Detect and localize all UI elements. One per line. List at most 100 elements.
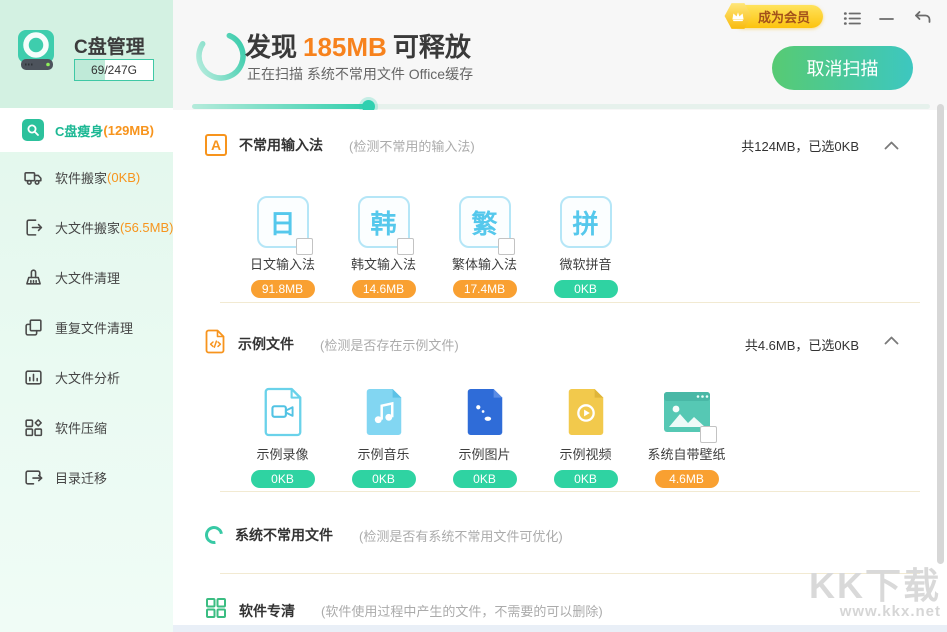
back-icon[interactable] (911, 8, 933, 28)
item-checkbox[interactable] (396, 238, 414, 255)
scan-spinner-icon (196, 31, 246, 81)
section-divider (220, 302, 920, 303)
cleanup-item-japanese-ime[interactable]: 日 日文输入法 91.8MB (232, 196, 333, 298)
scrollbar-thumb[interactable] (937, 104, 944, 564)
cleanup-item-ms-pinyin[interactable]: 拼 微软拼音 0KB (535, 196, 636, 298)
chevron-up-icon[interactable] (884, 332, 899, 350)
ime-glyph: 繁 (471, 208, 498, 239)
section-stats: 共4.6MB，已选0KB (744, 337, 859, 353)
item-size-badge: 4.6MB (654, 470, 719, 488)
sidebar-item-size: (56.5MB) (120, 219, 174, 235)
sample-movie-icon (560, 386, 612, 438)
section-header-sample-files[interactable]: 示例文件 (检测是否存在示例文件) 共4.6MB，已选0KB (205, 329, 907, 359)
broom-icon (22, 266, 44, 288)
input-method-items: 日 日文输入法 91.8MB 韩 韩文输入法 14.6MB 繁 繁体输入法 17… (232, 196, 636, 298)
section-title: 系统不常用文件 (235, 527, 333, 543)
item-checkbox[interactable] (295, 238, 313, 255)
item-label: 系统自带壁纸 (647, 447, 726, 462)
sidebar: C盘管理 69/247G C盘瘦身 (129MB) 软件搬家 (0KB) 大文件… (0, 0, 173, 632)
sidebar-item-bigfile-clean[interactable]: 大文件清理 (0, 252, 173, 302)
sidebar-item-label: 大文件清理 (55, 270, 121, 286)
item-label: 示例录像 (256, 447, 309, 462)
scan-progress-fill (192, 100, 376, 113)
sidebar-item-bigfile-analyze[interactable]: 大文件分析 (0, 352, 173, 402)
item-label: 示例视频 (559, 447, 612, 462)
cleanup-item-korean-ime[interactable]: 韩 韩文输入法 14.6MB (333, 196, 434, 298)
logo-block: C盘管理 69/247G (0, 0, 173, 108)
section-loading-icon (201, 522, 227, 548)
item-size-badge: 0KB (452, 470, 517, 488)
input-method-section-icon: A (205, 134, 227, 156)
sidebar-item-c-drive-slim[interactable]: C盘瘦身 (129MB) (0, 108, 173, 152)
section-desc: (检测是否存在示例文件) (320, 337, 459, 353)
sidebar-item-label: 软件搬家 (55, 170, 108, 186)
menu-icon[interactable] (841, 8, 863, 28)
become-member-label: 成为会员 (757, 10, 810, 25)
scan-result-title: 发现 185MB 可释放 (245, 27, 471, 64)
ime-icon: 日 (256, 196, 313, 255)
section-header-input-methods[interactable]: A 不常用输入法 (检测不常用的输入法) 共124MB，已选0KB (205, 134, 907, 156)
ime-glyph: 拼 (572, 208, 599, 239)
section-header-software-clean[interactable]: 软件专清 (软件使用过程中产生的文件，不需要的可以删除) (205, 597, 907, 624)
minimize-icon[interactable] (875, 8, 897, 28)
sample-video-rec-icon (257, 386, 309, 438)
sidebar-item-software-compress[interactable]: 软件压缩 (0, 402, 173, 452)
sidebar-item-size: (0KB) (107, 169, 141, 185)
capacity-meter: 69/247G (74, 59, 154, 81)
sidebar-item-label: 目录迁移 (55, 470, 108, 486)
sidebar-item-label: 软件压缩 (55, 420, 108, 436)
item-size-badge: 0KB (351, 470, 416, 488)
sidebar-item-software-move[interactable]: 软件搬家 (0KB) (0, 152, 173, 202)
item-checkbox[interactable] (497, 238, 515, 255)
sidebar-item-bigfile-move[interactable]: 大文件搬家 (56.5MB) (0, 202, 173, 252)
item-label: 微软拼音 (559, 257, 612, 272)
section-desc: (检测不常用的输入法) (349, 138, 475, 154)
sidebar-item-duplicate-clean[interactable]: 重复文件清理 (0, 302, 173, 352)
sidebar-item-label: C盘瘦身 (55, 123, 104, 139)
item-label: 日文输入法 (249, 257, 315, 272)
scan-status-text: 正在扫描 系统不常用文件 Office缓存 (247, 66, 474, 82)
cleanup-item-sample-video[interactable]: 示例视频 0KB (535, 386, 636, 488)
main-area: 成为会员 发现 185MB 可释放 正在扫描 系统不常用文件 Office缓存 … (173, 0, 947, 632)
ime-icon: 繁 (458, 196, 515, 255)
cleanup-item-sample-recording[interactable]: 示例录像 0KB (232, 386, 333, 488)
chevron-up-icon[interactable] (884, 137, 899, 155)
code-file-section-icon (205, 329, 226, 359)
item-label: 繁体输入法 (451, 257, 517, 272)
cleanup-item-traditional-ime[interactable]: 繁 繁体输入法 17.4MB (434, 196, 535, 298)
item-size-badge: 91.8MB (250, 280, 315, 298)
found-suffix: 可释放 (392, 32, 471, 62)
item-size-badge: 0KB (553, 280, 618, 298)
sample-picture-icon (459, 386, 511, 438)
cleanup-item-system-wallpaper[interactable]: 系统自带壁纸 4.6MB (636, 386, 737, 488)
drive-icon (18, 30, 54, 70)
section-title: 软件专清 (239, 602, 295, 619)
item-checkbox[interactable] (699, 426, 717, 443)
found-prefix: 发现 (245, 32, 298, 62)
system-wallpaper-icon (661, 386, 717, 443)
section-header-system-unused[interactable]: 系统不常用文件 (检测是否有系统不常用文件可优化) (201, 522, 907, 548)
bottom-strip (173, 625, 947, 632)
item-size-badge: 14.6MB (351, 280, 416, 298)
capacity-text: 69/247G (90, 63, 138, 77)
sidebar-item-size: (129MB) (103, 122, 154, 138)
section-desc: (检测是否有系统不常用文件可优化) (359, 528, 563, 544)
scan-results-panel: A 不常用输入法 (检测不常用的输入法) 共124MB，已选0KB 日 日文输入… (173, 104, 947, 632)
cleanup-item-sample-picture[interactable]: 示例图片 0KB (434, 386, 535, 488)
sidebar-nav: C盘瘦身 (129MB) 软件搬家 (0KB) 大文件搬家 (56.5MB) 大… (0, 108, 173, 502)
item-label: 示例音乐 (357, 447, 410, 462)
export-icon (22, 216, 44, 238)
sidebar-item-label: 大文件分析 (55, 370, 121, 386)
become-member-button[interactable]: 成为会员 (724, 3, 823, 29)
sidebar-item-directory-migrate[interactable]: 目录迁移 (0, 452, 173, 502)
truck-icon (22, 166, 44, 188)
cleanup-item-sample-music[interactable]: 示例音乐 0KB (333, 386, 434, 488)
cancel-scan-button[interactable]: 取消扫描 (772, 46, 913, 90)
app-title: C盘管理 (74, 37, 145, 58)
section-desc: (软件使用过程中产生的文件，不需要的可以删除) (321, 604, 603, 619)
magnifier-icon (22, 119, 44, 141)
item-size-badge: 17.4MB (452, 280, 517, 298)
ime-glyph: 日 (269, 208, 296, 239)
item-label: 韩文输入法 (350, 257, 416, 272)
sample-file-items: 示例录像 0KB 示例音乐 0KB 示例图片 0KB 示例视频 0KB 系统自带… (232, 386, 737, 488)
